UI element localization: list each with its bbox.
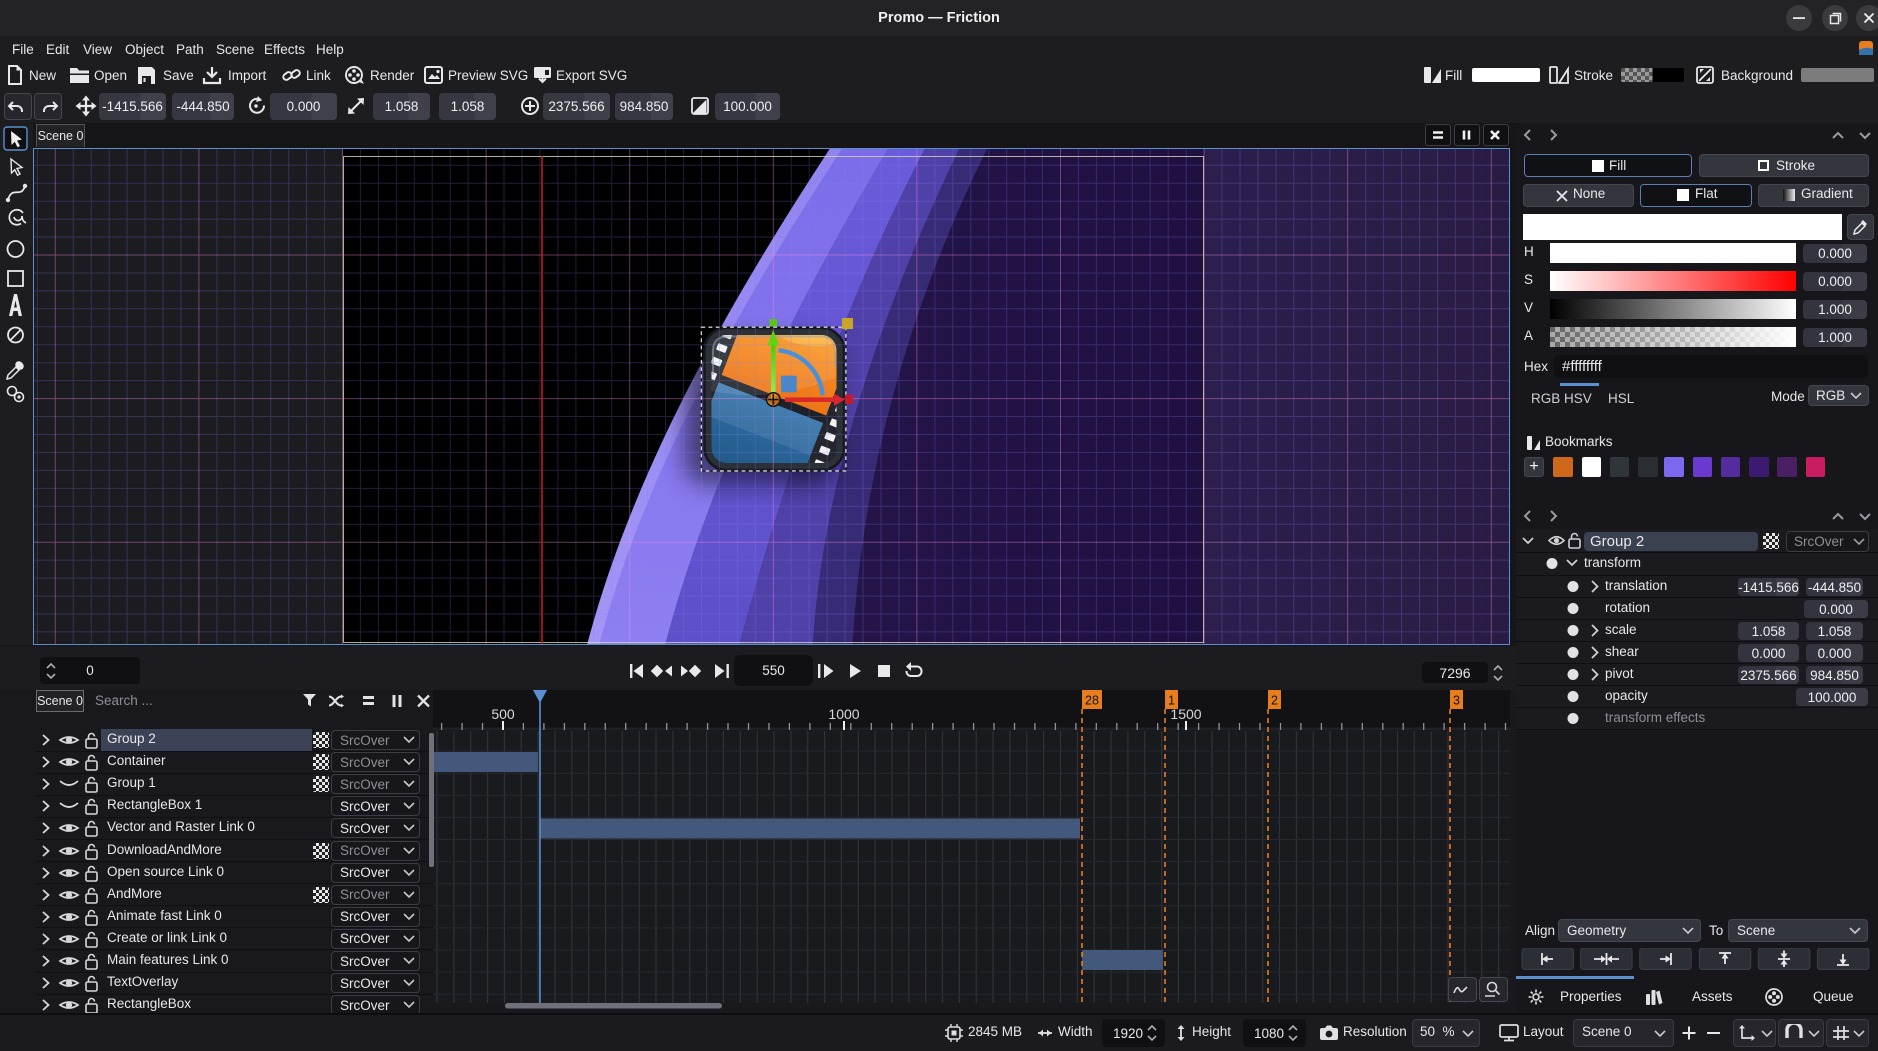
svg-text:3: 3 [1453, 694, 1460, 708]
svg-text:2: 2 [1271, 694, 1278, 708]
svg-text:28: 28 [1085, 694, 1099, 708]
svg-text:500: 500 [491, 706, 515, 722]
svg-text:1: 1 [1168, 694, 1175, 708]
svg-text:1000: 1000 [828, 706, 859, 722]
